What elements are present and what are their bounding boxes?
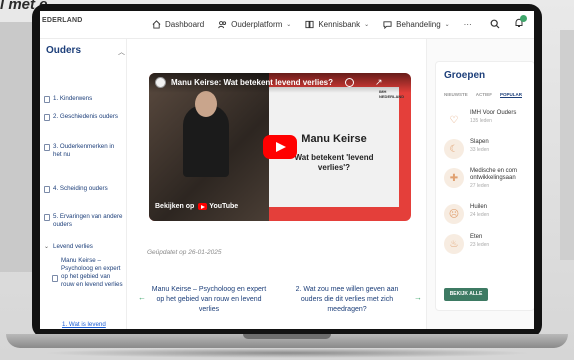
course-sidebar: Ouders ︿ 1. Kinderwens 2. Geschiedenis o… bbox=[40, 39, 127, 329]
sidebar-item-ervaringen[interactable]: 5. Ervaringen van andere ouders bbox=[44, 213, 124, 229]
groups-title: Groepen bbox=[444, 70, 486, 81]
groups-card: Groepen NIEUWSTE ACTIEF POPULAR ♡ IMH Vo… bbox=[435, 61, 534, 311]
watch-on-youtube-button[interactable]: Bekijken op YouTube bbox=[155, 203, 238, 210]
arrow-right-icon: → bbox=[414, 293, 422, 302]
view-all-groups-button[interactable]: BEKIJK ALLE bbox=[444, 288, 488, 301]
nav-dashboard[interactable]: Dashboard bbox=[152, 20, 204, 29]
tab-actief[interactable]: ACTIEF bbox=[476, 92, 492, 98]
chevron-up-icon[interactable]: ︿ bbox=[118, 49, 125, 57]
top-actions bbox=[490, 15, 527, 30]
sidebar-item-ouderkenmerken[interactable]: 3. Ouderkenmerken in het nu bbox=[44, 143, 124, 159]
groups-tabs: NIEUWSTE ACTIEF POPULAR bbox=[444, 92, 523, 98]
groups-panel: Groepen NIEUWSTE ACTIEF POPULAR ♡ IMH Vo… bbox=[426, 39, 534, 329]
document-icon bbox=[44, 96, 50, 103]
heart-icon: ♡ bbox=[444, 110, 464, 130]
group-item[interactable]: ☾ Slapen 33 leden bbox=[444, 139, 489, 159]
book-icon bbox=[305, 20, 314, 29]
youtube-icon bbox=[198, 203, 208, 210]
top-navigation: EDERLAND Dashboard Ouderplatform ⌄ Kenni bbox=[40, 11, 534, 39]
video-titlebar: Manu Keirse: Wat betekent levend verlies… bbox=[149, 73, 411, 93]
tab-populair[interactable]: POPULAR bbox=[500, 92, 523, 98]
notifications-button[interactable] bbox=[514, 15, 527, 30]
sidebar-subitem-wat-is-levend[interactable]: 1. Wat is levend bbox=[62, 321, 124, 329]
group-item[interactable]: ♨ Eten 23 leden bbox=[444, 234, 489, 254]
next-lesson-link[interactable]: 2. Wat zou mee willen geven aan ouders d… bbox=[284, 285, 422, 315]
sidebar-item-scheiding[interactable]: 4. Scheiding ouders bbox=[44, 185, 124, 193]
sidebar-item-geschiedenis[interactable]: 2. Geschiedenis ouders bbox=[44, 113, 124, 121]
nav-ouderplatform[interactable]: Ouderplatform ⌄ bbox=[218, 20, 291, 29]
laptop-hinge-notch bbox=[243, 334, 331, 339]
moon-icon: ☾ bbox=[444, 139, 464, 159]
channel-avatar[interactable] bbox=[155, 77, 166, 88]
tab-nieuwste[interactable]: NIEUWSTE bbox=[444, 92, 468, 98]
crying-face-icon: ☹ bbox=[444, 204, 464, 224]
nav-kennisbank[interactable]: Kennisbank ⌄ bbox=[305, 20, 369, 29]
nav-behandeling[interactable]: Behandeling ⌄ bbox=[383, 20, 450, 29]
chat-icon bbox=[383, 21, 392, 29]
search-icon[interactable] bbox=[490, 19, 500, 29]
arrow-left-icon: ← bbox=[138, 293, 146, 302]
group-item[interactable]: ♡ IMH Voor Ouders 135 leden bbox=[444, 110, 516, 130]
chevron-down-icon: ⌄ bbox=[444, 22, 450, 28]
play-button[interactable] bbox=[263, 135, 297, 159]
group-item[interactable]: ☹ Huilen 24 leden bbox=[444, 204, 489, 224]
chevron-down-icon: ⌄ bbox=[364, 22, 370, 28]
youtube-logo: YouTube bbox=[198, 203, 238, 210]
youtube-video-embed[interactable]: Manu Keirse Wat betekent 'levend verlies… bbox=[149, 73, 411, 221]
sidebar-title: Ouders bbox=[46, 45, 82, 56]
previous-lesson-link[interactable]: ← Manu Keirse – Psycholoog en expert op … bbox=[138, 285, 268, 315]
document-icon bbox=[44, 186, 50, 193]
video-brand: IMH NEDERLAND bbox=[379, 89, 405, 99]
home-icon bbox=[152, 20, 161, 29]
laptop-shadow bbox=[40, 348, 534, 358]
watch-later-icon[interactable] bbox=[345, 78, 354, 87]
laptop-bezel: EDERLAND Dashboard Ouderplatform ⌄ Kenni bbox=[32, 4, 542, 338]
chevron-down-icon: ⌄ bbox=[44, 244, 50, 250]
document-icon bbox=[44, 214, 50, 221]
background-window-right bbox=[560, 30, 574, 260]
notification-badge bbox=[520, 15, 527, 22]
updated-date: Geüpdatet op 26-01-2025 bbox=[147, 249, 222, 256]
chevron-down-icon: ⌄ bbox=[286, 22, 292, 28]
person-head bbox=[195, 91, 217, 117]
share-icon[interactable]: ↗ bbox=[375, 77, 383, 88]
users-icon bbox=[218, 21, 227, 29]
sidebar-subitem-manu-keirse[interactable]: Manu Keirse – Psycholoog en expert op he… bbox=[52, 257, 124, 289]
document-icon bbox=[44, 144, 50, 151]
group-item[interactable]: ✚ Medische en com ontwikkelingsaan 27 led… bbox=[444, 168, 534, 189]
document-icon bbox=[44, 114, 50, 121]
sidebar-item-levend-verlies[interactable]: ⌄ Levend verlies bbox=[44, 243, 124, 251]
nav-more-button[interactable]: ··· bbox=[464, 20, 472, 29]
main-content: Manu Keirse Wat betekent 'levend verlies… bbox=[128, 39, 424, 329]
medical-icon: ✚ bbox=[444, 168, 464, 188]
sidebar-item-kinderwens[interactable]: 1. Kinderwens bbox=[44, 95, 124, 103]
video-title[interactable]: Manu Keirse: Wat betekent levend verlies… bbox=[171, 78, 333, 87]
video-thumbnail-person bbox=[149, 73, 269, 221]
document-icon bbox=[52, 275, 58, 282]
photo-stage: l met e EDERLAND Dashboard Ouderplatform… bbox=[0, 0, 574, 360]
main-nav: Dashboard Ouderplatform ⌄ Kennisbank ⌄ B… bbox=[152, 20, 472, 29]
site-logo[interactable]: EDERLAND bbox=[42, 17, 84, 31]
laptop-screen: EDERLAND Dashboard Ouderplatform ⌄ Kenni bbox=[40, 11, 534, 329]
bottle-icon: ♨ bbox=[444, 234, 464, 254]
